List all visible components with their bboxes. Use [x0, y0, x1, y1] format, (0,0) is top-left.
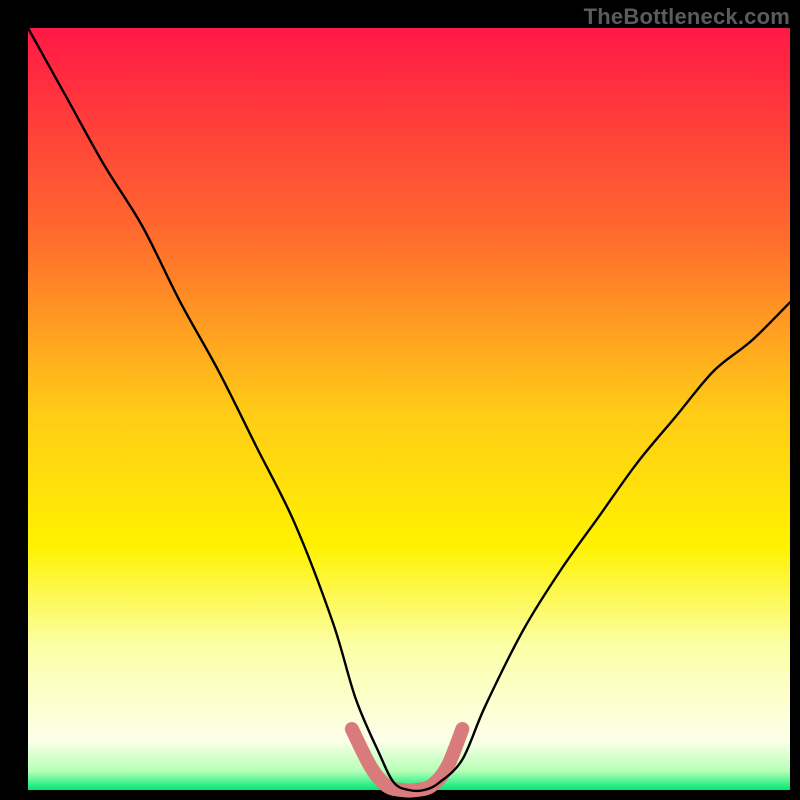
- bottleneck-chart-svg: [0, 0, 800, 800]
- chart-container: TheBottleneck.com: [0, 0, 800, 800]
- plot-area-gradient: [28, 28, 790, 790]
- watermark-text: TheBottleneck.com: [584, 4, 790, 30]
